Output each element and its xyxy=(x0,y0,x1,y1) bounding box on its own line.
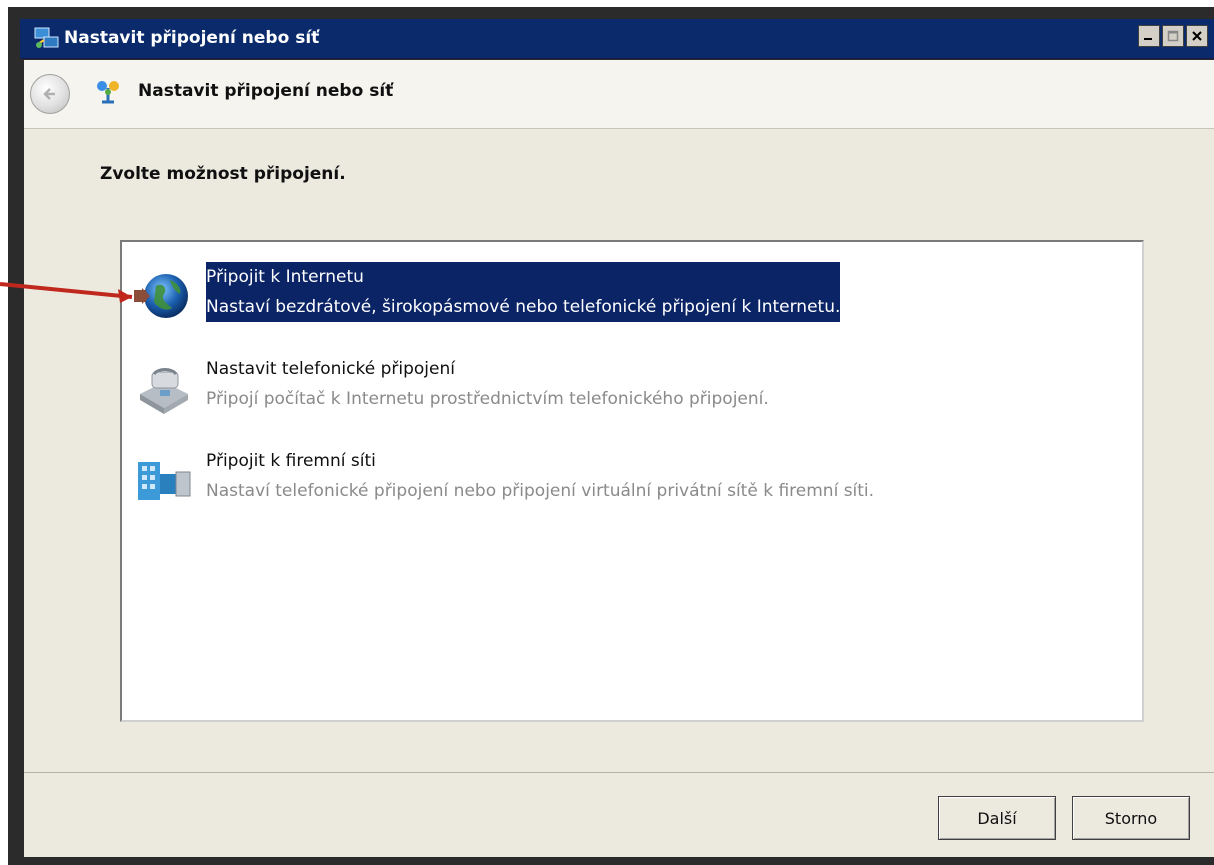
close-icon xyxy=(1192,31,1202,41)
globe-icon xyxy=(134,274,188,318)
maximize-button[interactable] xyxy=(1162,25,1184,47)
nav-title: Nastavit připojení nebo síť xyxy=(138,81,394,101)
option-text: Připojit k firemní síti Nastaví telefoni… xyxy=(206,446,874,506)
connection-options-list[interactable]: Připojit k Internetu Nastaví bezdrátové,… xyxy=(120,240,1144,722)
next-button[interactable]: Další xyxy=(938,796,1056,840)
option-title: Připojit k firemní síti xyxy=(206,451,376,471)
back-button[interactable] xyxy=(30,74,70,114)
dialog-client-area: Nastavit připojení nebo síť Zvolte možno… xyxy=(24,60,1214,857)
prompt-heading: Zvolte možnost připojení. xyxy=(100,164,346,184)
phone-icon xyxy=(140,368,188,414)
window-controls xyxy=(1138,25,1208,47)
minimize-icon xyxy=(1144,38,1152,40)
option-description: Nastaví bezdrátové, širokopásmové nebo t… xyxy=(206,292,841,322)
option-text: Nastavit telefonické připojení Připojí p… xyxy=(206,354,769,414)
option-connect-internet[interactable]: Připojit k Internetu Nastaví bezdrátové,… xyxy=(130,262,1130,332)
footer-divider xyxy=(24,772,1214,773)
option-title: Nastavit telefonické připojení xyxy=(206,359,455,379)
network-setup-icon xyxy=(34,27,59,48)
option-description: Připojí počítač k Internetu prostřednict… xyxy=(206,389,769,409)
option-dialup-connection[interactable]: Nastavit telefonické připojení Připojí p… xyxy=(130,354,1130,424)
option-title: Připojit k Internetu xyxy=(206,262,841,292)
close-button[interactable] xyxy=(1186,25,1208,47)
cancel-button[interactable]: Storno xyxy=(1072,796,1190,840)
corporate-network-icon xyxy=(138,462,191,500)
navigation-bar: Nastavit připojení nebo síť xyxy=(24,60,1214,129)
option-text: Připojit k Internetu Nastaví bezdrátové,… xyxy=(206,262,841,322)
window-title: Nastavit připojení nebo síť xyxy=(64,28,320,48)
back-arrow-icon xyxy=(43,88,55,100)
maximize-icon xyxy=(1167,30,1179,42)
option-corporate-network[interactable]: Připojit k firemní síti Nastaví telefoni… xyxy=(130,446,1130,516)
minimize-button[interactable] xyxy=(1138,25,1160,47)
network-wizard-icon xyxy=(97,81,119,104)
title-bar[interactable]: Nastavit připojení nebo síť xyxy=(20,19,1214,59)
screenshot-canvas: Nastavit připojení nebo síť Nastavit při… xyxy=(0,0,1214,865)
option-description: Nastaví telefonické připojení nebo připo… xyxy=(206,481,875,501)
